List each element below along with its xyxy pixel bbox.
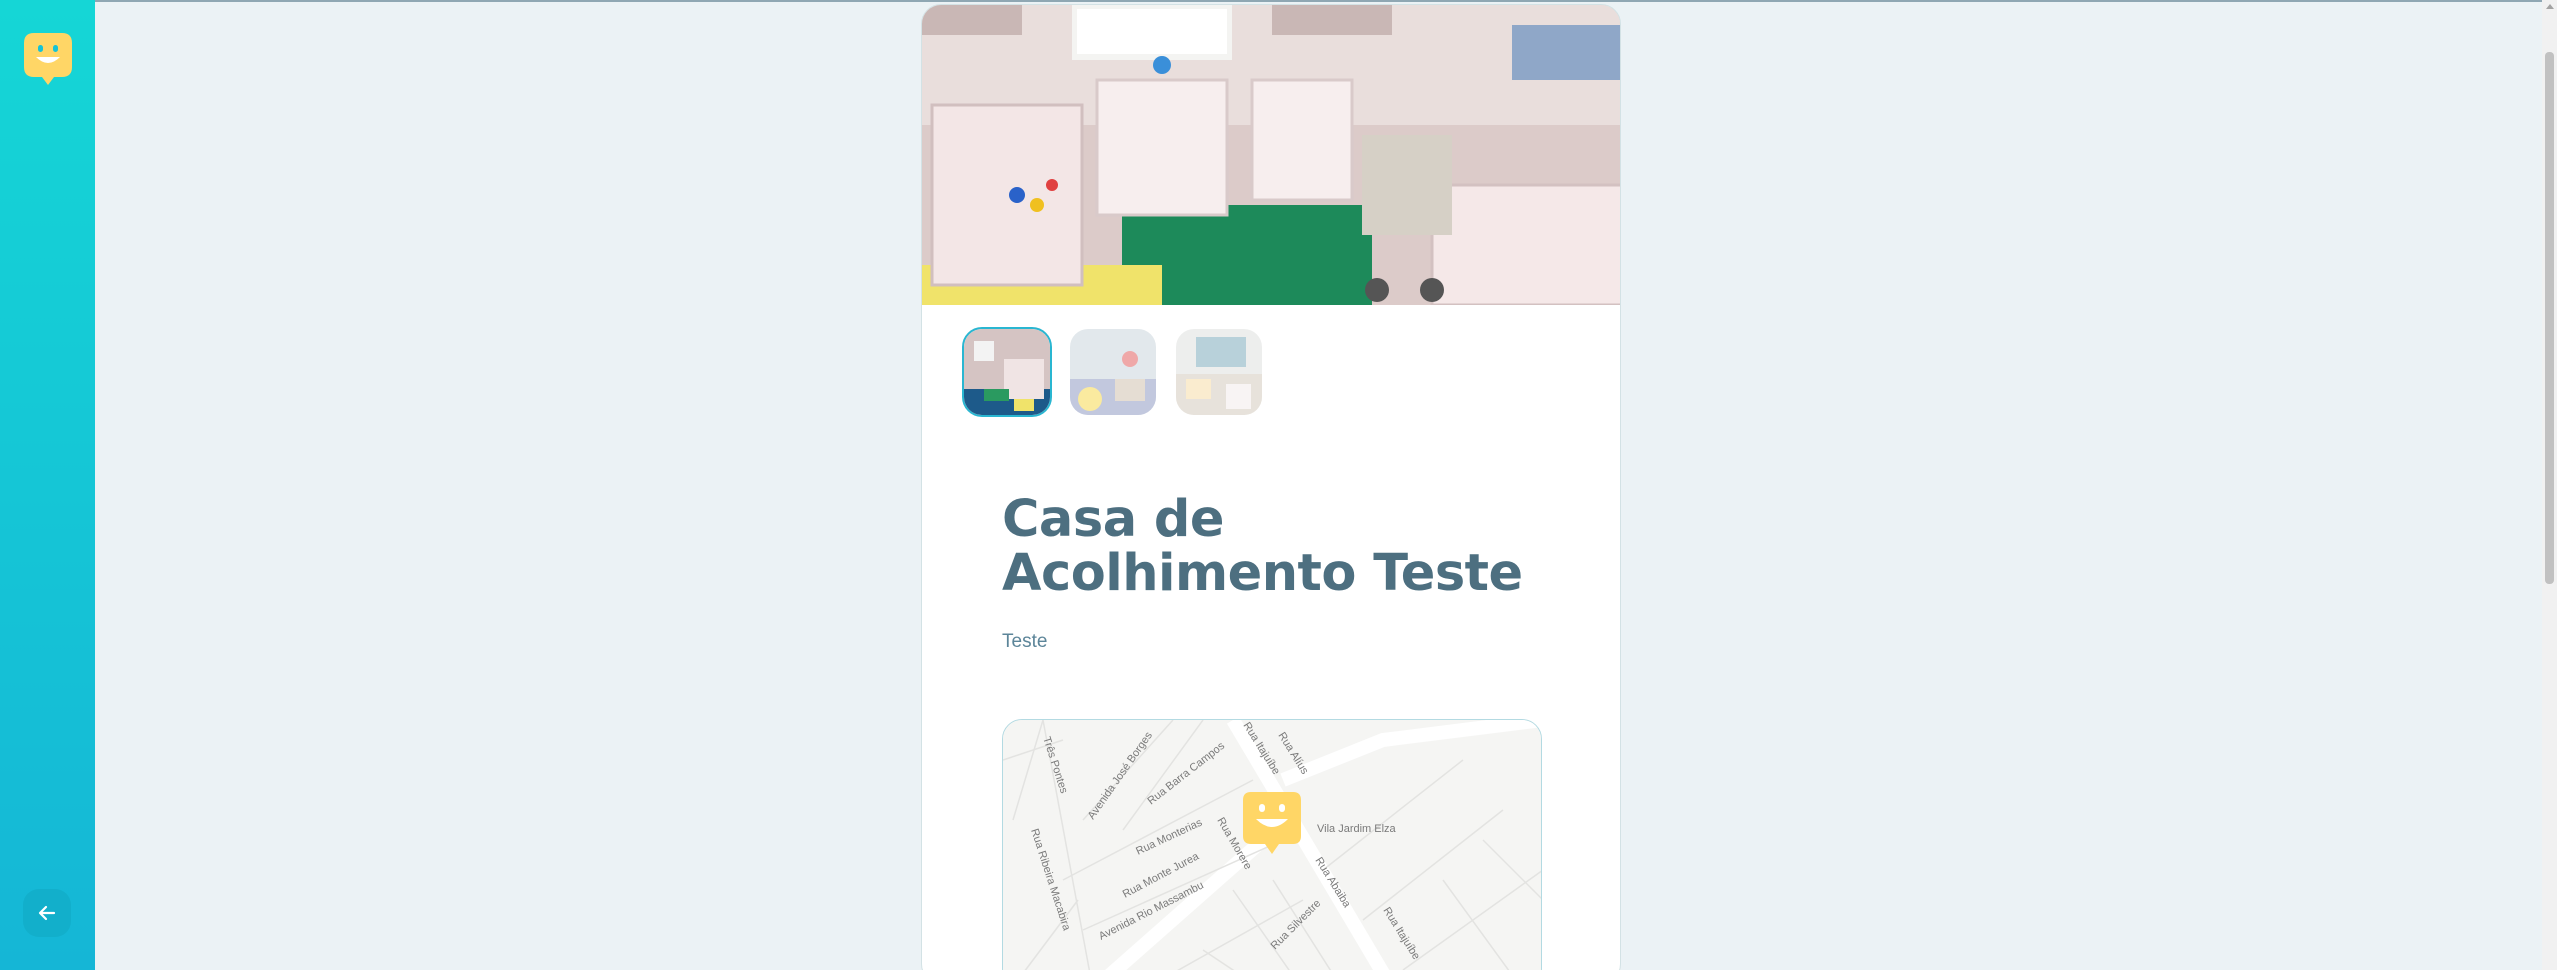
photo-thumbnails [962,327,1264,417]
orphanage-name: Casa de Acolhimento Teste [1002,490,1523,603]
scroll-up-arrow-icon[interactable] [2546,4,2554,9]
photo-thumbnail[interactable] [1174,327,1264,417]
scroll-thumb[interactable] [2545,52,2554,584]
svg-text:Vila Jardim Elza: Vila Jardim Elza [1317,823,1397,835]
orphanage-details-card: Casa de Acolhimento Teste Teste Três Pon… [921,4,1621,970]
happy-logo-icon[interactable] [24,33,72,87]
page-scrollbar[interactable] [2542,0,2557,970]
arrow-left-icon [38,905,56,921]
back-button[interactable] [23,889,71,937]
main-photo [922,5,1620,305]
photo-thumbnail[interactable] [962,327,1052,417]
orphanage-about: Teste [1002,631,1048,652]
window-top-border [0,0,2557,2]
location-map[interactable]: Três Pontes Avenida José Borges Rua Barr… [1002,719,1542,970]
sidebar [0,0,95,970]
photo-thumbnail[interactable] [1068,327,1158,417]
